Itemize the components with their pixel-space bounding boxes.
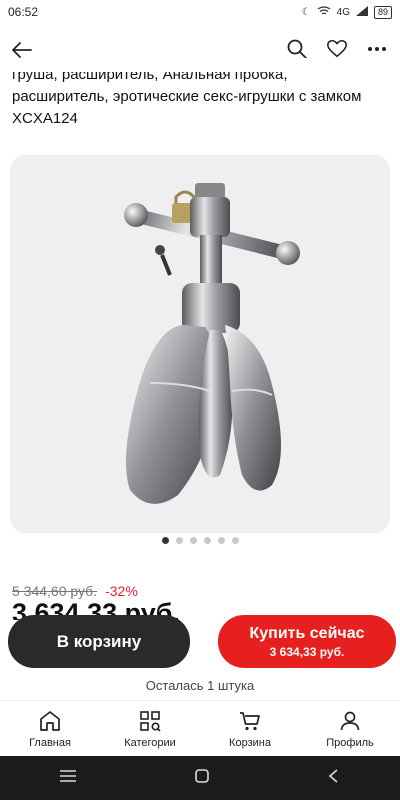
pagination-dot[interactable] [189,537,197,544]
old-price: 5 344,60 руб. [12,583,98,599]
price-row: 5 344,60 руб. -32% [12,583,138,599]
pagination-dot[interactable] [231,537,239,544]
status-time: 06:52 [8,5,39,19]
search-icon [287,39,307,59]
nav-profile[interactable]: Профиль [300,701,400,756]
buy-now-price: 3 634,33 руб. [269,644,345,659]
pagination-dot[interactable] [203,537,211,544]
screen: 06:52 ☾ 4G 89 груша, расширитель, Анальн… [0,0,400,800]
square-icon [195,768,209,783]
status-bar: 06:52 ☾ 4G 89 [0,0,400,24]
nav-categories[interactable]: Категории [100,701,200,756]
system-navigation-bar [0,756,400,800]
system-menu-button[interactable] [59,769,77,788]
pagination-dot[interactable] [175,537,183,544]
system-back-button[interactable] [327,768,341,789]
chevron-left-icon [329,768,338,783]
nav-profile-label: Профиль [326,737,374,749]
system-home-button[interactable] [194,768,210,789]
nav-cart[interactable]: Корзина [200,701,300,756]
bottom-navigation: Главная Категории Корзина Профиль [0,700,400,756]
cart-icon [240,712,260,731]
nav-categories-label: Категории [124,737,176,749]
pagination-dot[interactable] [217,537,225,544]
wifi-icon [317,5,331,19]
product-title-container: груша, расширитель, Анальная пробка, рас… [12,58,388,130]
buy-now-label: Купить сейчас [249,624,365,642]
moon-icon: ☾ [301,6,311,18]
add-to-cart-label: В корзину [56,631,142,651]
categories-icon [140,711,161,732]
nav-home[interactable]: Главная [0,701,100,756]
home-icon [40,711,60,731]
more-dots-icon [368,47,386,51]
discount-badge: -32% [105,583,138,599]
nav-home-label: Главная [29,737,71,749]
battery-icon: 89 [373,5,392,19]
pagination-dot[interactable] [161,537,169,544]
network-label: 4G [336,6,350,18]
signal-icon [355,5,368,19]
buy-now-button[interactable]: Купить сейчас 3 634,33 руб. [218,615,396,668]
add-to-cart-button[interactable]: В корзину [8,615,190,668]
product-image[interactable] [10,155,390,533]
product-title: груша, расширитель, Анальная пробка, рас… [12,66,362,127]
image-pagination [0,537,400,547]
status-icons: ☾ 4G 89 [301,5,392,19]
heart-icon [327,39,347,58]
menu-lines-icon [59,769,76,782]
profile-icon [340,711,360,731]
product-photo [124,183,300,504]
stock-status: Осталась 1 штука [145,678,255,693]
nav-cart-label: Корзина [229,737,271,749]
